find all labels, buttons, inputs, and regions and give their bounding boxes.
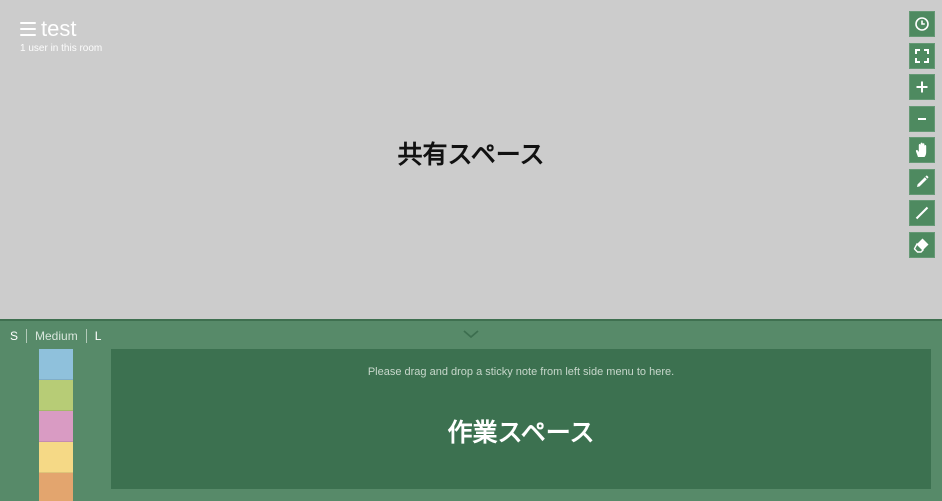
- collapse-panel-button[interactable]: [462, 327, 480, 339]
- sticky-note-pink[interactable]: [39, 411, 73, 442]
- size-option-s[interactable]: S: [10, 329, 26, 343]
- sticky-note-yellow[interactable]: [39, 442, 73, 473]
- sticky-note-green[interactable]: [39, 380, 73, 411]
- size-option-l[interactable]: L: [87, 329, 110, 343]
- hamburger-menu-icon[interactable]: [20, 22, 36, 36]
- pen-button[interactable]: [909, 168, 935, 195]
- note-size-selector: S Medium L: [10, 329, 109, 343]
- shared-space-label: 共有スペース: [397, 140, 545, 169]
- minus-icon: [918, 117, 926, 120]
- line-icon: [915, 206, 929, 220]
- history-button[interactable]: [909, 11, 935, 37]
- hand-icon: [915, 142, 927, 157]
- room-title: test: [41, 16, 77, 41]
- work-space-label: 作業スペース: [447, 418, 595, 447]
- divider: [85, 329, 87, 343]
- eraser-icon: [913, 238, 929, 253]
- sticky-note-orange[interactable]: [39, 473, 73, 501]
- shared-space[interactable]: test 1 user in this room 共有スペース: [0, 0, 942, 319]
- work-space-drop-zone[interactable]: Please drag and drop a sticky note from …: [111, 349, 931, 489]
- divider: [26, 329, 28, 343]
- work-panel: S Medium L Please drag and drop a sticky…: [0, 319, 942, 501]
- pan-button[interactable]: [909, 137, 935, 163]
- pencil-icon: [917, 175, 929, 187]
- line-button[interactable]: [909, 200, 935, 226]
- zoom-out-button[interactable]: [909, 105, 935, 132]
- zoom-in-button[interactable]: [909, 74, 935, 100]
- sticky-note-palette: [39, 349, 73, 501]
- tool-palette: [909, 11, 935, 263]
- sticky-note-blue[interactable]: [39, 349, 73, 380]
- fullscreen-icon: [915, 48, 929, 63]
- fullscreen-button[interactable]: [909, 42, 935, 69]
- plus-icon: [916, 81, 928, 93]
- size-option-medium[interactable]: Medium: [27, 329, 86, 343]
- drop-hint: Please drag and drop a sticky note from …: [367, 366, 675, 378]
- room-user-count: 1 user in this room: [20, 43, 103, 54]
- eraser-button[interactable]: [909, 231, 935, 258]
- room-header: test 1 user in this room: [20, 17, 102, 54]
- chevron-down-icon: [463, 330, 479, 339]
- clock-icon: [915, 17, 929, 31]
